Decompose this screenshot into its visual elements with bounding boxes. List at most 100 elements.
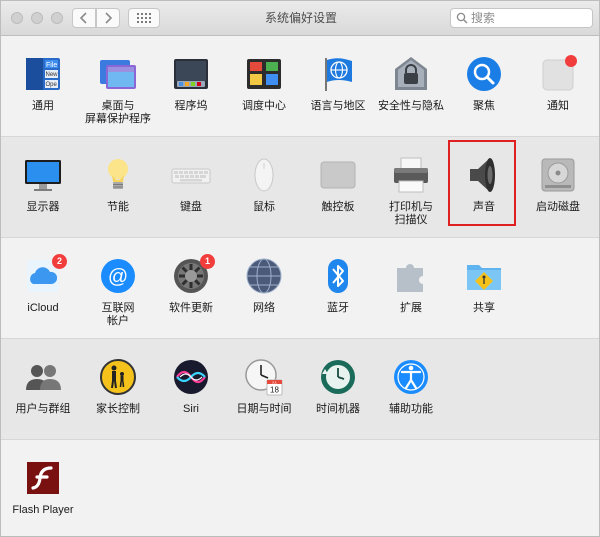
pref-spotlight[interactable]: 聚焦 bbox=[444, 54, 524, 113]
pref-printers-scanners[interactable]: 打印机与 扫描仪 bbox=[371, 155, 451, 227]
pref-label: 互联网 帐户 bbox=[101, 302, 135, 327]
chevron-left-icon bbox=[79, 12, 87, 24]
pref-label: 键盘 bbox=[180, 201, 202, 213]
section-personal: File New Ope 通用 桌面与 屏幕保护程序 程序坞 调度中心 语言与地… bbox=[1, 36, 599, 137]
close-button[interactable] bbox=[11, 12, 23, 24]
pref-desktop-screensaver[interactable]: 桌面与 屏幕保护程序 bbox=[78, 54, 158, 126]
pref-label: 用户与群组 bbox=[15, 403, 71, 415]
pref-trackpad[interactable]: 触控板 bbox=[298, 155, 378, 214]
display-icon bbox=[23, 155, 63, 195]
siri-icon bbox=[171, 357, 211, 397]
pref-label: Siri bbox=[183, 403, 199, 415]
pref-users-groups[interactable]: 用户与群组 bbox=[3, 357, 83, 416]
pref-label: 触控板 bbox=[321, 201, 355, 213]
window-title: 系统偏好设置 bbox=[264, 11, 337, 25]
pref-label: 打印机与 扫描仪 bbox=[389, 201, 433, 226]
svg-text:@: @ bbox=[108, 266, 128, 288]
pref-label: 调度中心 bbox=[242, 100, 286, 112]
pref-label: 程序坞 bbox=[174, 100, 208, 112]
svg-text:New: New bbox=[46, 72, 59, 78]
system-preferences-window: 系统偏好设置 File New Ope 通用 桌面与 屏幕保护程序 程序坞 bbox=[0, 0, 600, 537]
parental-controls-icon bbox=[98, 357, 138, 397]
section-system: 用户与群组 家长控制 Siri JUL 18 日期与时间 时间机器 辅助功能 bbox=[1, 339, 599, 440]
search-field[interactable] bbox=[450, 8, 593, 28]
pref-displays[interactable]: 显示器 bbox=[3, 155, 83, 214]
pref-siri[interactable]: Siri bbox=[151, 357, 231, 416]
forward-button[interactable] bbox=[96, 8, 120, 28]
pref-date-time[interactable]: JUL 18 日期与时间 bbox=[224, 357, 304, 416]
pref-internet-accounts[interactable]: @ 互联网 帐户 bbox=[78, 256, 158, 328]
pref-security-privacy[interactable]: 安全性与隐私 bbox=[371, 54, 451, 113]
date-time-icon: JUL 18 bbox=[244, 357, 284, 397]
svg-text:File: File bbox=[46, 62, 57, 69]
pref-language-region[interactable]: 语言与地区 bbox=[298, 54, 378, 113]
pref-energy-saver[interactable]: 节能 bbox=[78, 155, 158, 214]
pref-dock[interactable]: 程序坞 bbox=[151, 54, 231, 113]
general-icon: File New Ope bbox=[23, 54, 63, 94]
pref-label: 软件更新 bbox=[169, 302, 213, 314]
pref-software-update[interactable]: 1 软件更新 bbox=[151, 254, 231, 315]
pref-parental-controls[interactable]: 家长控制 bbox=[78, 357, 158, 416]
pref-bluetooth[interactable]: 蓝牙 bbox=[298, 256, 378, 315]
pref-flash-player[interactable]: Flash Player bbox=[3, 458, 83, 517]
trackpad-icon bbox=[318, 155, 358, 195]
pref-icloud[interactable]: 2 iCloud bbox=[3, 254, 83, 315]
energy-saver-icon bbox=[98, 155, 138, 195]
pref-label: iCloud bbox=[27, 302, 59, 314]
accessibility-icon bbox=[391, 357, 431, 397]
minimize-button[interactable] bbox=[31, 12, 43, 24]
language-region-icon bbox=[318, 54, 358, 94]
bluetooth-icon bbox=[318, 256, 358, 296]
grid-icon bbox=[137, 13, 151, 23]
pref-general[interactable]: File New Ope 通用 bbox=[3, 54, 83, 113]
zoom-button[interactable] bbox=[51, 12, 63, 24]
pref-sound[interactable]: 声音 bbox=[444, 155, 524, 214]
spotlight-icon bbox=[464, 54, 504, 94]
mission-control-icon bbox=[244, 54, 284, 94]
pref-notifications[interactable]: 通知 bbox=[518, 54, 598, 113]
pref-startup-disk[interactable]: 启动磁盘 bbox=[518, 155, 598, 214]
startup-disk-icon bbox=[538, 155, 578, 195]
show-all-button[interactable] bbox=[128, 8, 160, 28]
calendar-day-text: 18 bbox=[270, 386, 279, 395]
search-icon bbox=[456, 12, 468, 24]
title-bar: 系统偏好设置 bbox=[1, 1, 599, 36]
pref-label: 启动磁盘 bbox=[536, 201, 580, 213]
back-button[interactable] bbox=[72, 8, 96, 28]
pref-extensions[interactable]: 扩展 bbox=[371, 256, 451, 315]
pref-sharing[interactable]: 共享 bbox=[444, 256, 524, 315]
section-other: Flash Player bbox=[1, 440, 599, 536]
keyboard-icon bbox=[171, 155, 211, 195]
pref-label: 安全性与隐私 bbox=[378, 100, 444, 112]
speaker-icon bbox=[464, 155, 504, 195]
internet-accounts-icon: @ bbox=[98, 256, 138, 296]
network-icon bbox=[244, 256, 284, 296]
pref-accessibility[interactable]: 辅助功能 bbox=[371, 357, 451, 416]
pref-label: 蓝牙 bbox=[327, 302, 349, 314]
pref-mouse[interactable]: 鼠标 bbox=[224, 155, 304, 214]
pref-time-machine[interactable]: 时间机器 bbox=[298, 357, 378, 416]
pref-label: 声音 bbox=[473, 201, 495, 213]
calendar-month-text: JUL bbox=[272, 380, 278, 384]
chevron-right-icon bbox=[105, 12, 113, 24]
pref-keyboard[interactable]: 键盘 bbox=[151, 155, 231, 214]
icloud-icon: 2 bbox=[23, 254, 67, 296]
notifications-icon bbox=[538, 54, 578, 94]
pref-label: 鼠标 bbox=[253, 201, 275, 213]
pref-label: 通知 bbox=[547, 100, 569, 112]
search-input[interactable] bbox=[471, 11, 581, 25]
pref-label: 聚焦 bbox=[473, 100, 495, 112]
pref-label: 桌面与 屏幕保护程序 bbox=[85, 100, 151, 125]
section-hardware: 显示器 节能 键盘 鼠标 触控板 打印机与 扫描仪 声音 启动磁盘 bbox=[1, 137, 599, 238]
pref-label: 扩展 bbox=[400, 302, 422, 314]
printer-icon bbox=[391, 155, 431, 195]
users-groups-icon bbox=[23, 357, 63, 397]
extensions-icon bbox=[391, 256, 431, 296]
pref-mission-control[interactable]: 调度中心 bbox=[224, 54, 304, 113]
sharing-icon bbox=[464, 256, 504, 296]
desktop-screensaver-icon bbox=[98, 54, 138, 94]
pref-label: 共享 bbox=[473, 302, 495, 314]
dock-icon bbox=[171, 54, 211, 94]
pref-network[interactable]: 网络 bbox=[224, 256, 304, 315]
pref-label: 家长控制 bbox=[96, 403, 140, 415]
